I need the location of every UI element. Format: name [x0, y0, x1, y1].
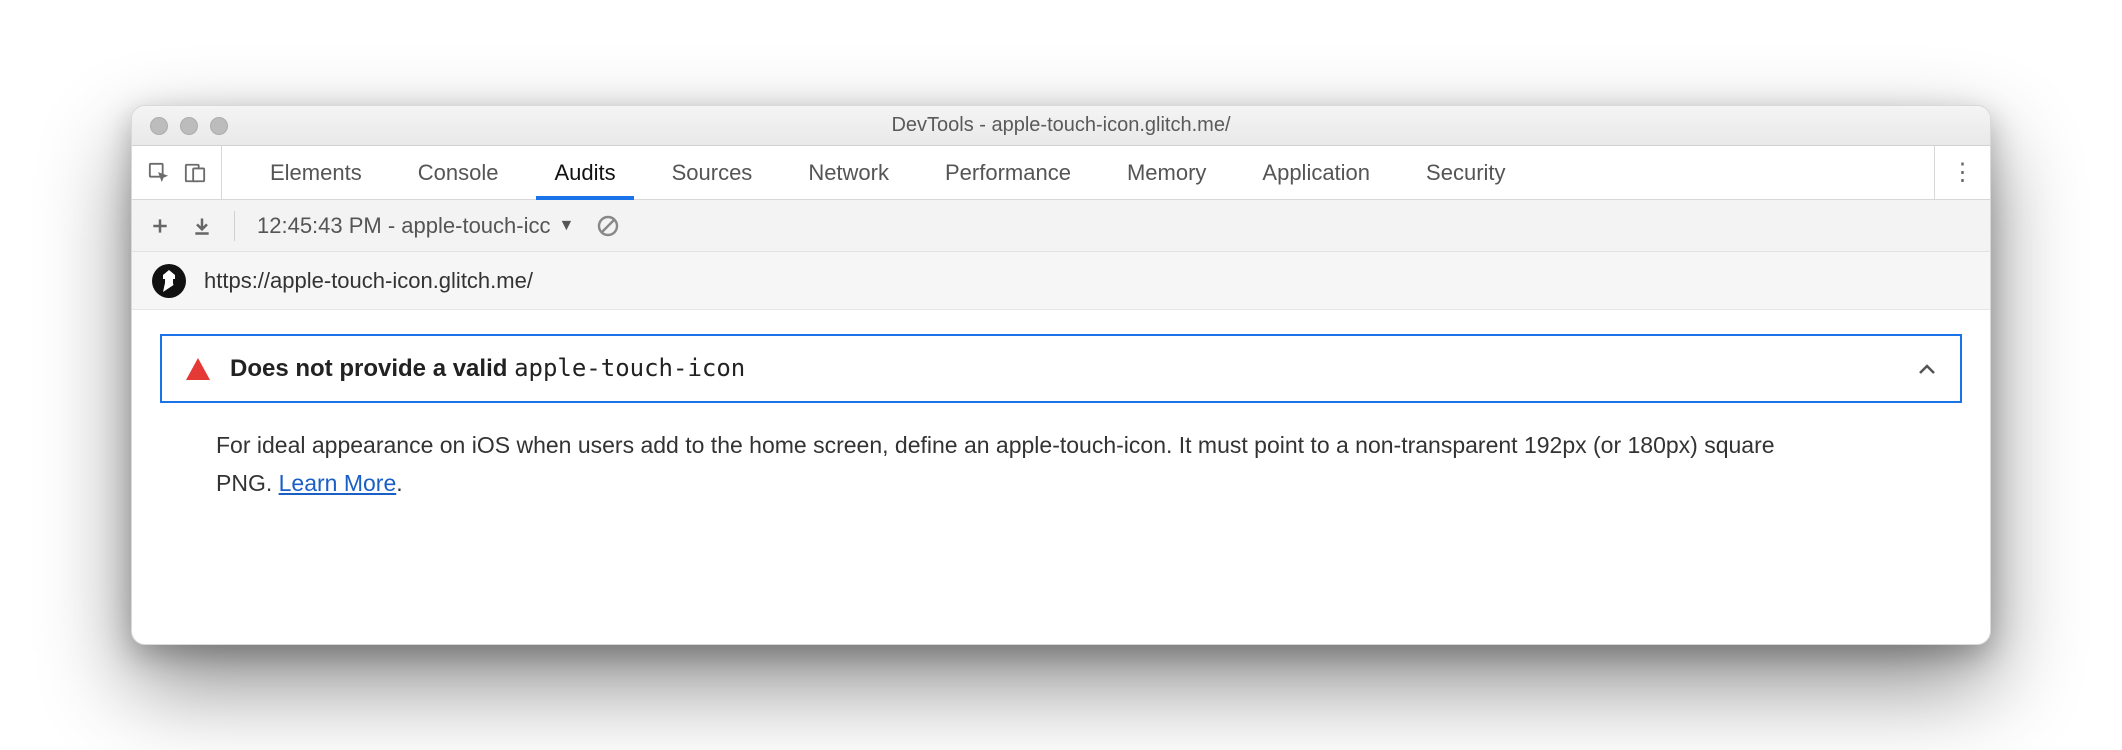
tabs-container: Elements Console Audits Sources Network …	[222, 146, 1934, 199]
tab-elements[interactable]: Elements	[242, 146, 390, 199]
tab-sources[interactable]: Sources	[644, 146, 781, 199]
window-title: DevTools - apple-touch-icon.glitch.me/	[132, 114, 1990, 137]
tab-security[interactable]: Security	[1398, 146, 1533, 199]
tab-memory[interactable]: Memory	[1099, 146, 1234, 199]
audit-title: Does not provide a valid apple-touch-ico…	[230, 354, 745, 383]
audit-description: For ideal appearance on iOS when users a…	[160, 403, 1860, 503]
audit-content: Does not provide a valid apple-touch-ico…	[132, 310, 1990, 503]
audit-description-text: For ideal appearance on iOS when users a…	[216, 432, 1775, 496]
audit-url-row: https://apple-touch-icon.glitch.me/	[132, 252, 1990, 310]
fail-triangle-icon	[186, 358, 210, 380]
learn-more-link[interactable]: Learn More	[279, 470, 397, 496]
report-dropdown-label: 12:45:43 PM - apple-touch-icc	[257, 213, 551, 239]
close-window-button[interactable]	[150, 117, 168, 135]
toolbar-divider	[234, 211, 235, 241]
new-audit-button[interactable]	[150, 216, 170, 236]
audit-description-period: .	[396, 470, 402, 496]
titlebar: DevTools - apple-touch-icon.glitch.me/	[132, 106, 1990, 146]
device-toggle-icon[interactable]	[184, 162, 206, 184]
zoom-window-button[interactable]	[210, 117, 228, 135]
clear-button[interactable]	[596, 214, 620, 238]
window-controls	[132, 117, 228, 135]
tab-performance[interactable]: Performance	[917, 146, 1099, 199]
audit-title-code: apple-touch-icon	[514, 354, 745, 382]
devtools-tabstrip: Elements Console Audits Sources Network …	[132, 146, 1990, 200]
inspect-controls	[132, 146, 222, 199]
audit-title-prefix: Does not provide a valid	[230, 355, 514, 382]
more-options-button[interactable]: ⋮	[1934, 146, 1990, 199]
minimize-window-button[interactable]	[180, 117, 198, 135]
tab-network[interactable]: Network	[780, 146, 917, 199]
audited-url: https://apple-touch-icon.glitch.me/	[204, 268, 533, 294]
chevron-down-icon: ▼	[559, 217, 575, 235]
audit-item-header[interactable]: Does not provide a valid apple-touch-ico…	[160, 334, 1962, 403]
tab-audits[interactable]: Audits	[526, 146, 643, 199]
devtools-window: DevTools - apple-touch-icon.glitch.me/	[131, 105, 1991, 645]
download-report-button[interactable]	[192, 215, 212, 237]
tab-console[interactable]: Console	[390, 146, 527, 199]
select-element-icon[interactable]	[148, 162, 170, 184]
report-dropdown[interactable]: 12:45:43 PM - apple-touch-icc ▼	[257, 213, 574, 239]
collapse-icon	[1918, 363, 1936, 375]
kebab-icon: ⋮	[1951, 158, 1975, 187]
audits-toolbar: 12:45:43 PM - apple-touch-icc ▼	[132, 200, 1990, 252]
tab-application[interactable]: Application	[1234, 146, 1398, 199]
lighthouse-icon	[152, 264, 186, 298]
